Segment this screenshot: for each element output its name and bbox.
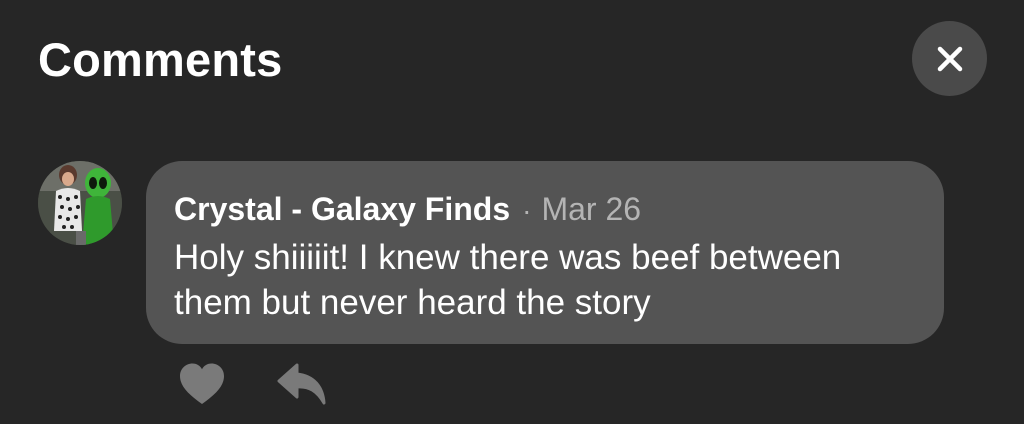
user-avatar-photo bbox=[38, 161, 122, 245]
like-button[interactable] bbox=[176, 360, 228, 408]
reply-button[interactable] bbox=[276, 360, 328, 408]
meta-separator: · bbox=[522, 195, 532, 226]
page-title: Comments bbox=[38, 33, 283, 86]
comment-meta: Crystal - Galaxy Finds · Mar 26 bbox=[174, 187, 914, 233]
comment-bubble: Crystal - Galaxy Finds · Mar 26 Holy shi… bbox=[146, 161, 944, 344]
comments-panel: Comments Crystal - Galaxy Finds · Mar 26… bbox=[0, 0, 1024, 424]
close-button[interactable] bbox=[912, 21, 987, 96]
comment-actions bbox=[176, 360, 328, 408]
close-icon bbox=[937, 46, 962, 71]
comment-author[interactable]: Crystal - Galaxy Finds bbox=[174, 187, 510, 231]
reply-arrow-icon bbox=[277, 363, 326, 405]
avatar[interactable] bbox=[38, 161, 122, 245]
heart-icon bbox=[180, 363, 224, 404]
comment-date: Mar 26 bbox=[541, 191, 642, 227]
comment-text: Holy shiiiiit! I knew there was beef bet… bbox=[174, 238, 842, 322]
